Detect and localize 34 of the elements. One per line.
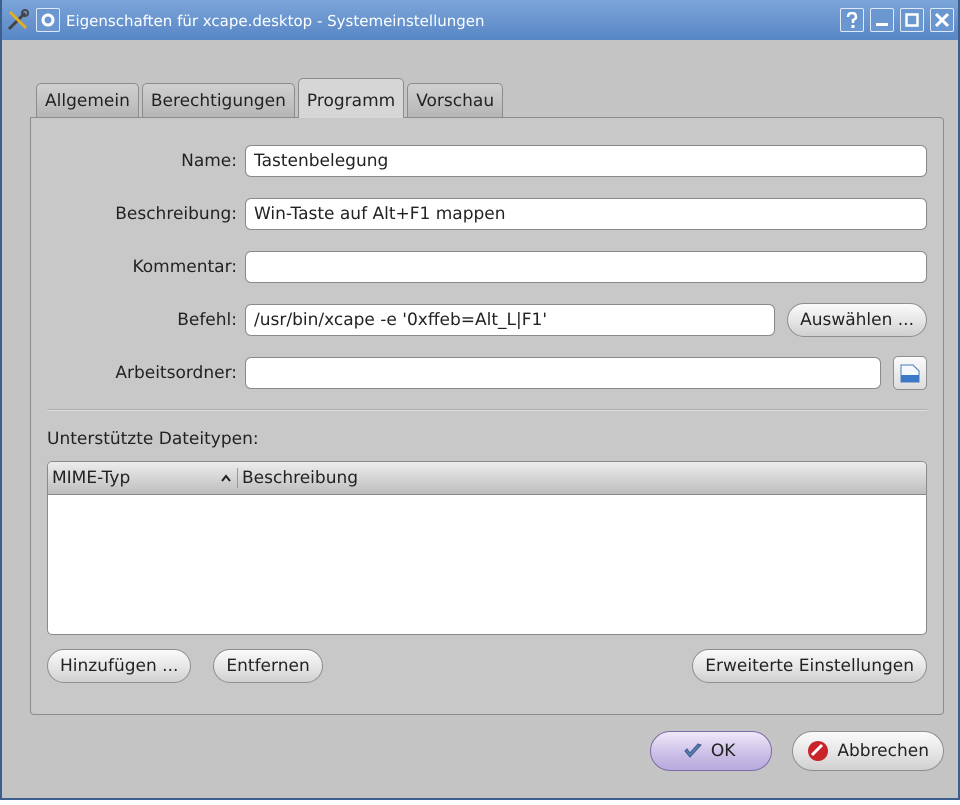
tab[interactable]: Allgemein bbox=[36, 83, 139, 117]
text-field[interactable]: /usr/bin/xcape -e '0xffeb=Alt_L|F1' bbox=[245, 304, 776, 336]
field-label: Beschreibung: bbox=[114, 204, 237, 224]
browse-button[interactable]: Auswählen ... bbox=[787, 302, 927, 336]
section-label: Unterstützte Dateitypen: bbox=[47, 429, 260, 449]
field-label: Kommentar: bbox=[131, 256, 237, 276]
list-button[interactable]: Hinzufügen ... bbox=[47, 649, 192, 683]
tools-icon bbox=[6, 8, 30, 32]
field-label: Arbeitsordner: bbox=[114, 362, 237, 382]
text-field[interactable] bbox=[245, 250, 927, 282]
close-icon[interactable] bbox=[930, 8, 954, 32]
field-label: Befehl: bbox=[176, 310, 237, 330]
advanced-settings-button[interactable]: Erweiterte Einstellungen bbox=[692, 649, 927, 683]
folder-button[interactable] bbox=[893, 356, 927, 390]
text-field[interactable] bbox=[245, 356, 881, 388]
text-field[interactable]: Win-Taste auf Alt+F1 mappen bbox=[245, 198, 927, 230]
checkmark-icon bbox=[682, 742, 703, 760]
field-label: Name: bbox=[180, 150, 237, 170]
tab[interactable]: Programm bbox=[298, 78, 404, 118]
minimize-icon[interactable] bbox=[870, 8, 894, 32]
window-title: Eigenschaften für xcape.desktop - Systemeinstellungen bbox=[66, 11, 486, 30]
column-header[interactable]: MIME-Typ bbox=[48, 468, 238, 488]
column-header[interactable]: Beschreibung bbox=[238, 468, 358, 488]
list-button[interactable]: Entfernen bbox=[213, 649, 323, 683]
text-field[interactable]: Tastenbelegung bbox=[245, 144, 927, 176]
window-menu-icon[interactable] bbox=[36, 8, 60, 32]
file-type-list[interactable]: MIME-Typ Beschreibung bbox=[47, 461, 927, 635]
tab[interactable]: Vorschau bbox=[407, 83, 504, 117]
ok-button[interactable]: OK bbox=[650, 731, 772, 771]
tab[interactable]: Berechtigungen bbox=[142, 83, 295, 117]
cancel-button[interactable]: Abbrechen bbox=[792, 731, 944, 771]
maximize-icon[interactable] bbox=[900, 8, 924, 32]
help-icon[interactable] bbox=[840, 8, 864, 32]
stop-icon bbox=[807, 740, 830, 762]
